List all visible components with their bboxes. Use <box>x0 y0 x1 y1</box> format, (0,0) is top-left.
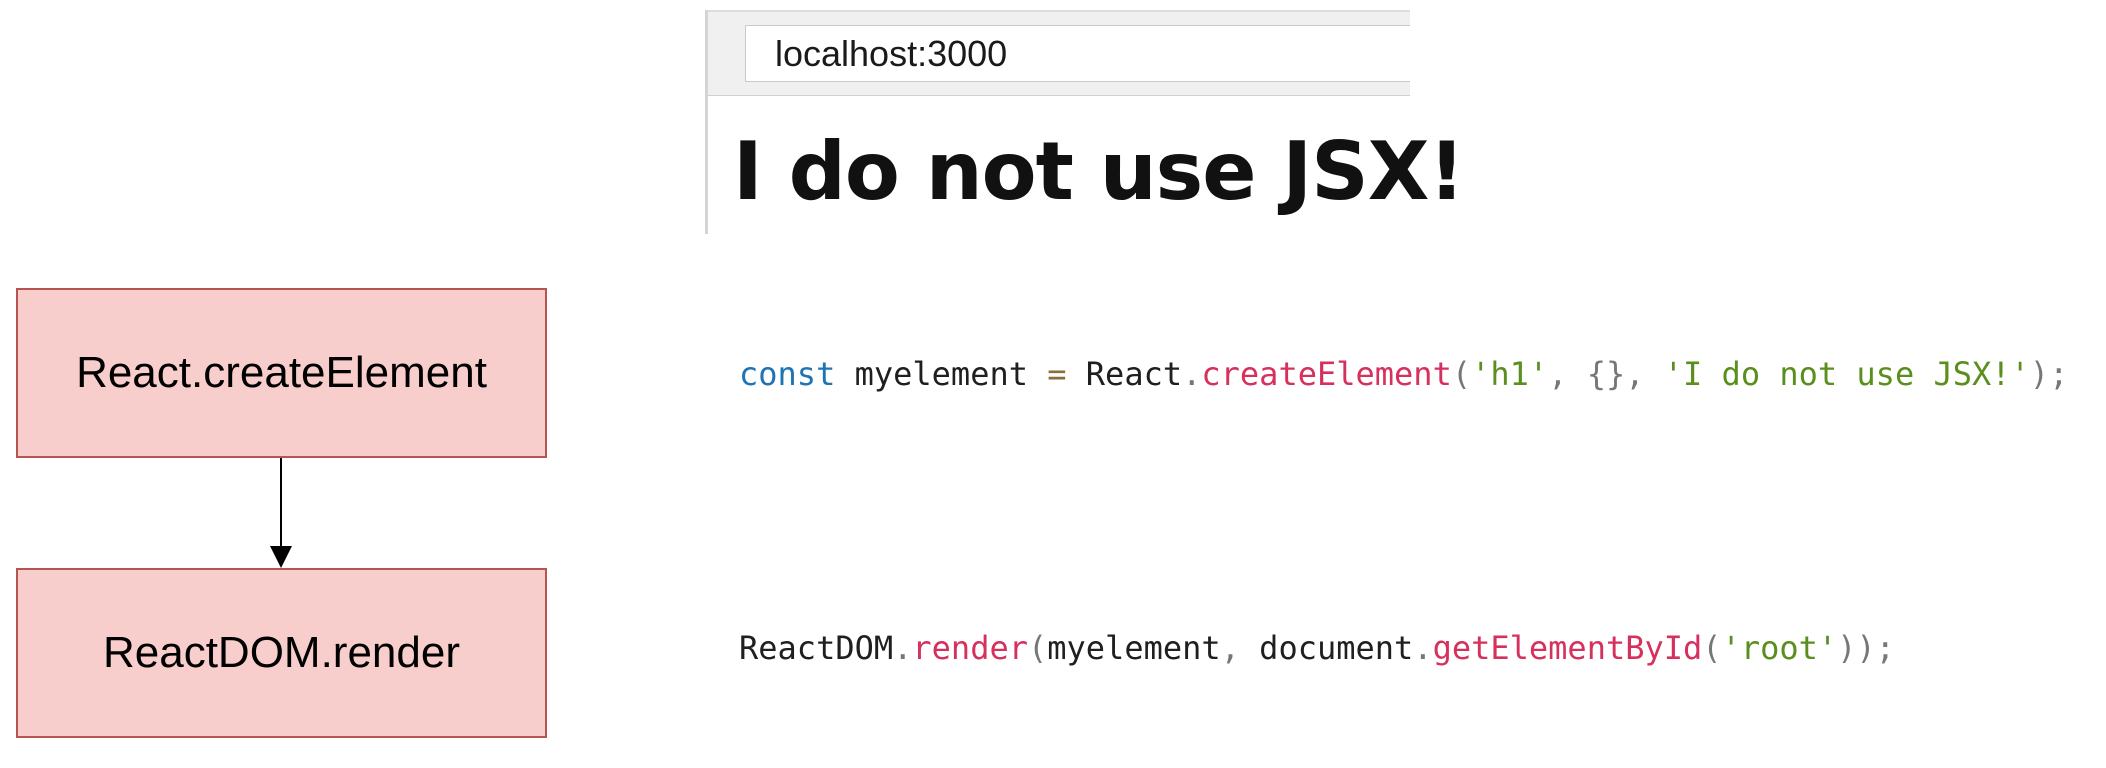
code-function: createElement <box>1201 355 1452 393</box>
code-string: 'I do not use JSX!' <box>1663 355 2030 393</box>
code-punctuation: . <box>893 629 913 667</box>
code-punctuation: . <box>1413 629 1433 667</box>
page-heading: I do not use JSX! <box>733 125 1465 218</box>
code-line-render: ReactDOM.render(myelement, document.getE… <box>739 628 1895 668</box>
code-punctuation: ); <box>2029 355 2069 393</box>
code-punctuation: , {}, <box>1548 355 1664 393</box>
browser-toolbar: localhost:3000 <box>708 10 1410 96</box>
code-keyword: const <box>739 355 836 393</box>
code-punctuation: ( <box>1702 629 1722 667</box>
flow-arrow <box>270 458 292 568</box>
code-function: getElementById <box>1432 629 1703 667</box>
code-punctuation: ( <box>1451 355 1472 393</box>
code-identifier: myelement <box>1047 629 1221 667</box>
react-create-element-box: React.createElement <box>16 288 547 458</box>
address-bar[interactable]: localhost:3000 <box>745 25 1410 82</box>
reactdom-render-box: ReactDOM.render <box>16 568 547 738</box>
code-identifier: myelement <box>835 355 1048 393</box>
code-line-create-element: const myelement = React.createElement('h… <box>739 354 2068 394</box>
code-string: 'h1' <box>1471 355 1549 393</box>
react-create-element-label: React.createElement <box>76 348 487 397</box>
code-operator: = <box>1047 355 1067 393</box>
browser-screenshot: localhost:3000 I do not use JSX! <box>705 10 1465 234</box>
code-string: 'root' <box>1721 629 1838 667</box>
code-function: render <box>912 629 1028 667</box>
code-punctuation: . <box>1182 355 1202 393</box>
code-identifier: document <box>1259 629 1414 667</box>
arrowhead-icon <box>270 546 292 568</box>
reactdom-render-label: ReactDOM.render <box>102 628 460 677</box>
code-punctuation: ( <box>1027 629 1048 667</box>
code-punctuation: , <box>1220 629 1260 667</box>
code-punctuation: )); <box>1837 629 1895 667</box>
code-identifier: ReactDOM <box>739 629 894 667</box>
code-identifier: React <box>1066 355 1183 393</box>
